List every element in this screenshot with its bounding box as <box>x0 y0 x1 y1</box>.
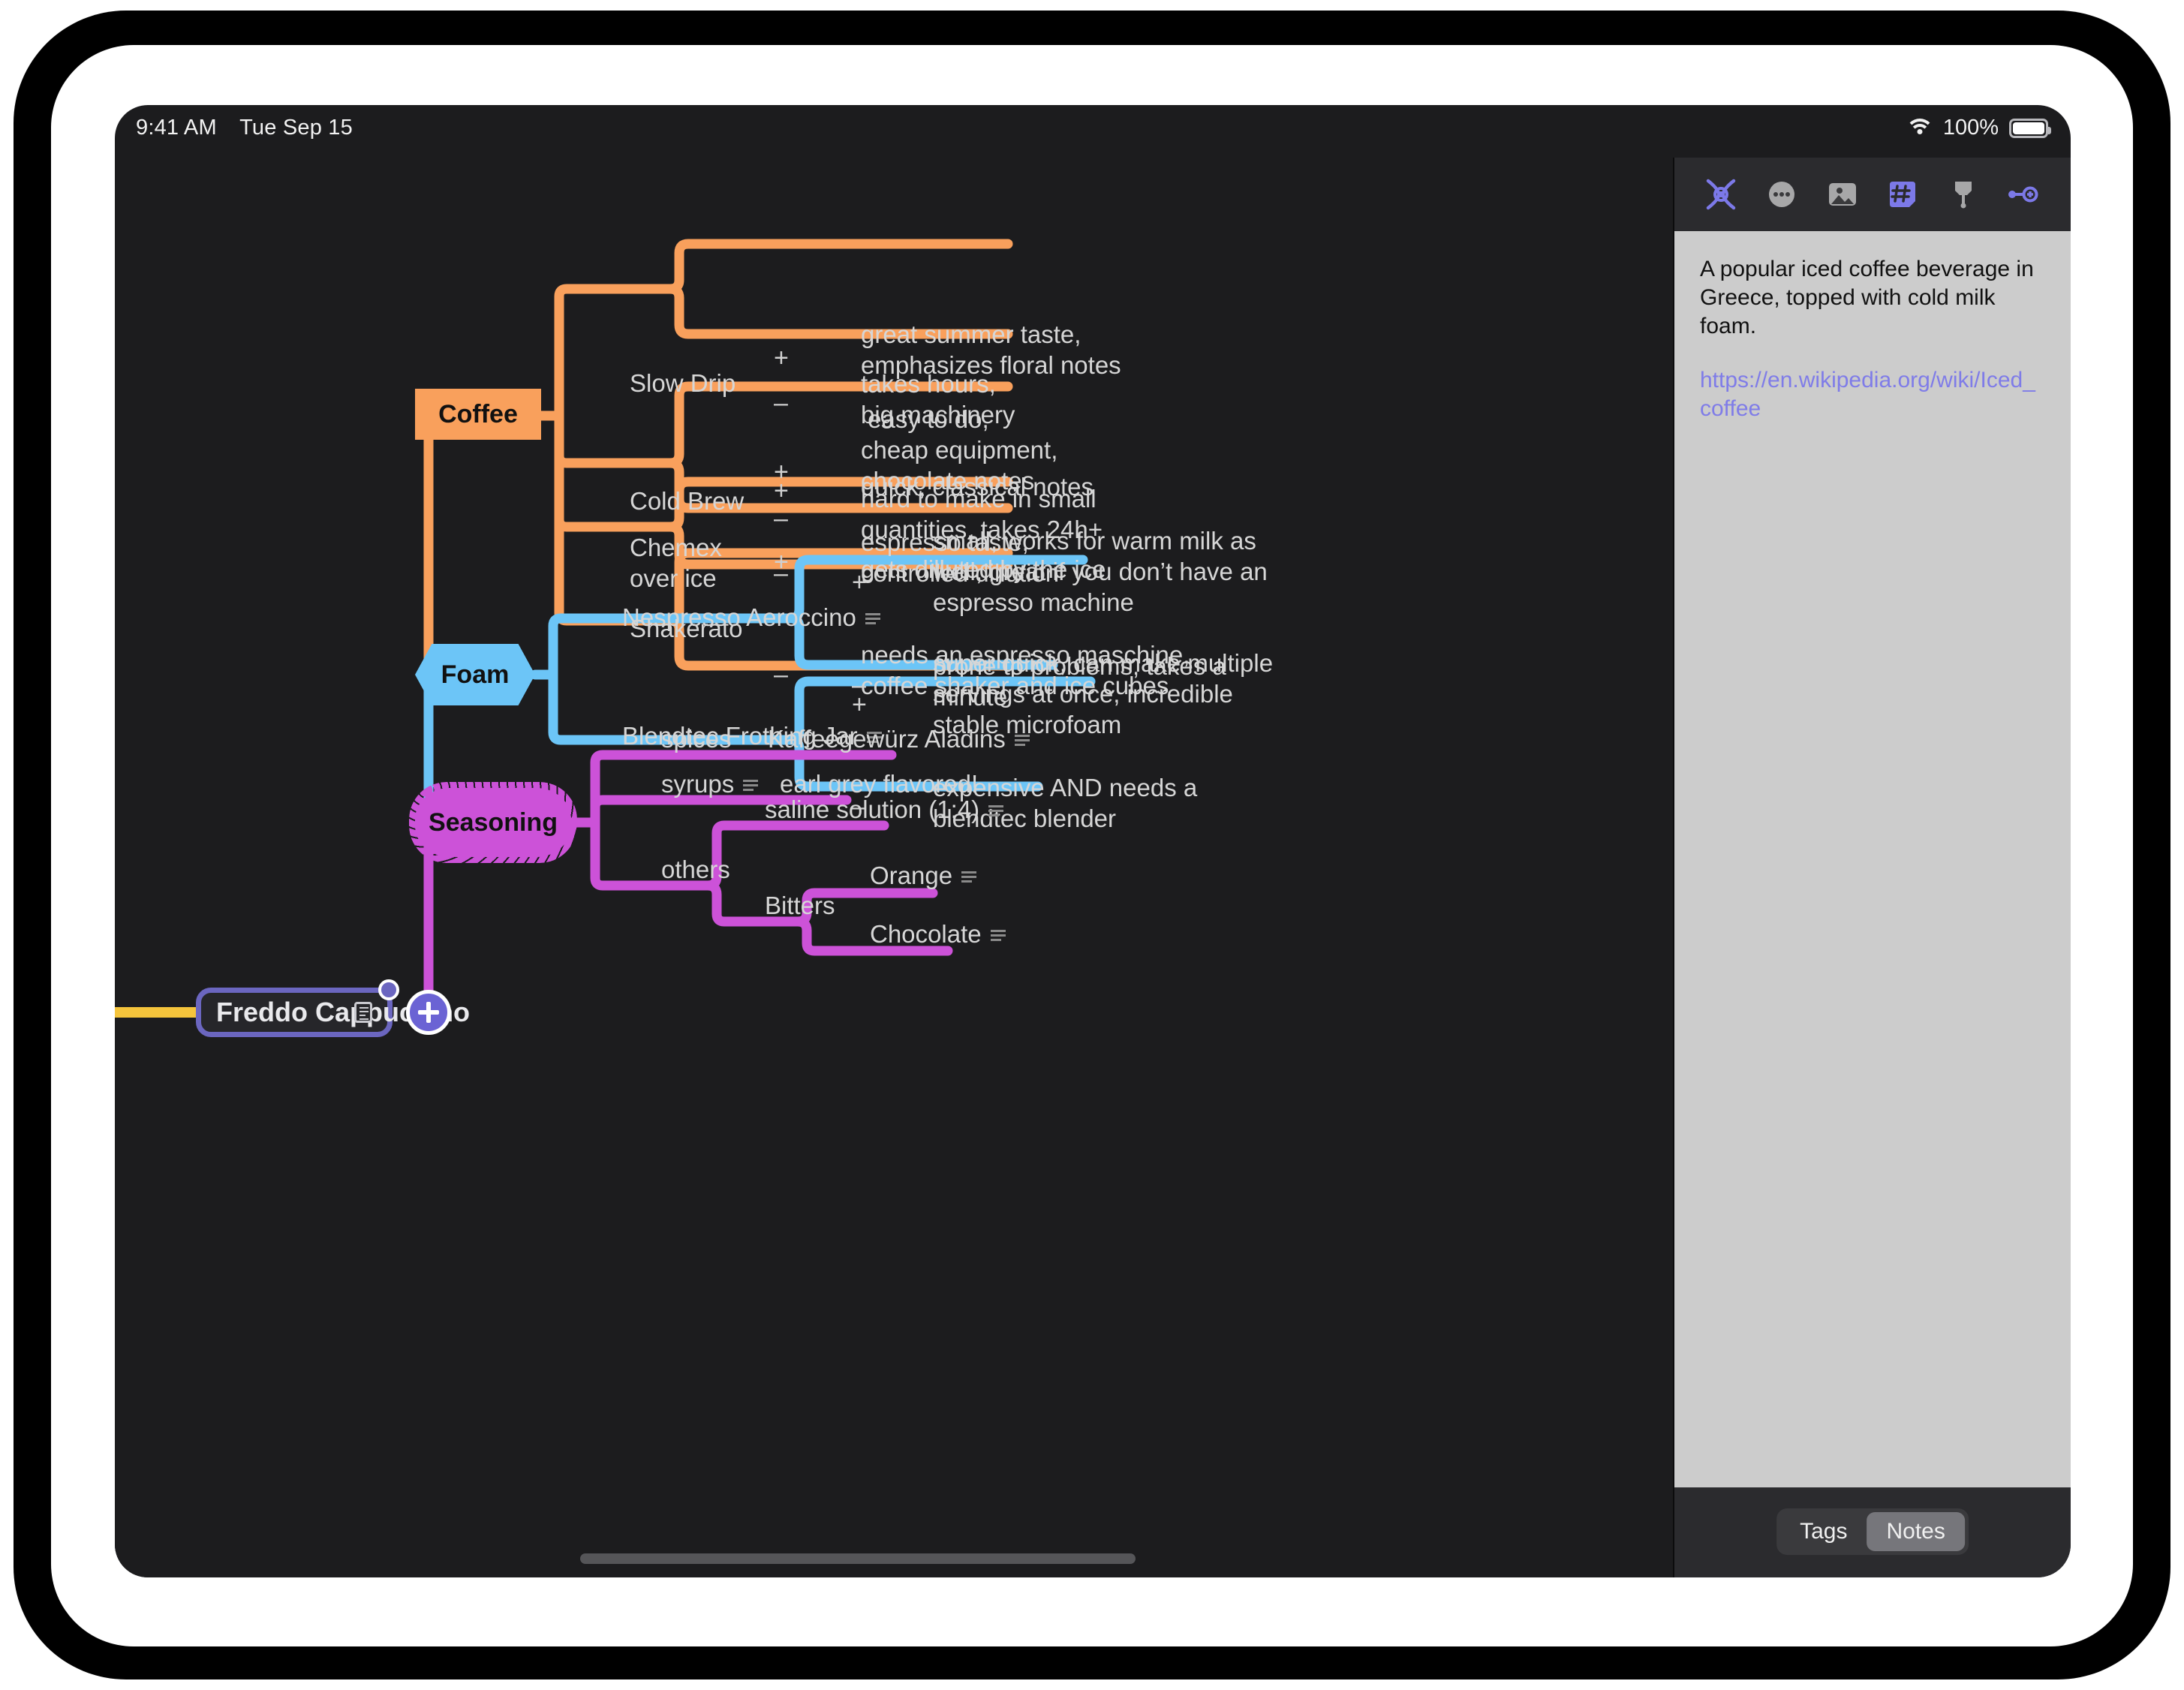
status-bar: 9:41 AM Tue Sep 15 100% <box>115 105 2071 158</box>
mindmap-canvas[interactable]: Coffee Foam Seasoning Freddo Cappuccino … <box>115 158 1650 1577</box>
node-orange-label: Orange <box>870 862 952 889</box>
node-cold-brew[interactable]: Cold Brew <box>630 486 744 516</box>
node-drag-handle[interactable] <box>378 979 399 1000</box>
ellipsis-circle-icon <box>1764 177 1799 212</box>
note-icon <box>865 612 880 628</box>
node-syrups[interactable]: syrups <box>661 768 758 799</box>
node-aeroccino-label: Nespresso Aeroccino <box>622 603 856 631</box>
note-icon <box>354 1002 372 1023</box>
node-coffee-label: Coffee <box>438 400 518 429</box>
horizontal-scrollbar[interactable] <box>580 1553 1136 1564</box>
status-date: Tue Sep 15 <box>239 116 353 140</box>
status-time: 9:41 AM <box>136 116 217 140</box>
pro-sign: + <box>774 548 789 577</box>
pro-sign: + <box>852 690 867 720</box>
pro-sign: + <box>852 568 867 597</box>
hashtag-note-icon <box>1885 177 1920 212</box>
node-bitters[interactable]: Bitters <box>765 890 835 921</box>
note-icon <box>961 870 976 886</box>
note-text: A popular iced coffee beverage in Greece… <box>1700 255 2045 341</box>
style-tool-button[interactable] <box>1943 174 1984 215</box>
pro-sign: + <box>774 344 789 373</box>
node-coffee[interactable]: Coffee <box>415 389 541 440</box>
inspector-panel: A popular iced coffee beverage in Greece… <box>1673 158 2071 1577</box>
note-icon <box>991 928 1006 945</box>
node-others[interactable]: others <box>661 854 730 885</box>
image-icon <box>1825 177 1860 212</box>
tab-tags[interactable]: Tags <box>1780 1512 1867 1551</box>
inspector-toolbar <box>1674 158 2071 231</box>
node-foam-label: Foam <box>441 660 510 690</box>
battery-icon <box>2009 119 2048 138</box>
relationship-tool-button[interactable] <box>1701 174 1741 215</box>
note-icon <box>1015 733 1030 750</box>
tag-note-tool-button[interactable] <box>1882 174 1923 215</box>
node-slow-drip[interactable]: Slow Drip <box>630 368 736 398</box>
link-node-icon <box>2005 177 2044 212</box>
note-icon <box>743 778 758 795</box>
root-node-box[interactable]: Freddo Cappuccino <box>196 988 393 1037</box>
add-node-button[interactable] <box>406 990 451 1035</box>
node-foam[interactable]: Foam <box>415 644 535 705</box>
node-syrups-label: syrups <box>661 770 734 798</box>
image-tool-button[interactable] <box>1822 174 1863 215</box>
link-tool-button[interactable] <box>2004 174 2044 215</box>
con-sign: – <box>774 389 788 418</box>
node-saline-label: saline solution (1:4) <box>765 795 979 823</box>
con-sign: – <box>774 660 788 690</box>
node-chocolate-label: Chocolate <box>870 920 982 948</box>
node-seasoning[interactable]: Seasoning <box>415 788 571 857</box>
node-root[interactable]: Freddo Cappuccino <box>196 988 393 1037</box>
node-saline[interactable]: saline solution (1:4) <box>765 794 1003 825</box>
notes-content[interactable]: A popular iced coffee beverage in Greece… <box>1674 231 2071 1487</box>
con-sign: – <box>774 504 788 534</box>
chemex-pros[interactable]: quick, classical notes <box>861 471 1094 502</box>
tags-notes-segmented-control[interactable]: Tags Notes <box>1776 1508 1969 1555</box>
node-chocolate[interactable]: Chocolate <box>870 919 1006 949</box>
more-tool-button[interactable] <box>1761 174 1802 215</box>
paintbrush-icon <box>1946 177 1981 212</box>
wifi-icon <box>1907 119 1933 138</box>
node-seasoning-label: Seasoning <box>429 808 558 837</box>
node-chemex[interactable]: Chemex over ice <box>630 532 722 594</box>
aeroccino-pros[interactable]: small, works for warm milk as well, grea… <box>933 525 1268 618</box>
node-orange[interactable]: Orange <box>870 860 976 891</box>
node-kaffeegewurz[interactable]: Kaffeegewürz Aladins <box>768 723 1030 754</box>
node-aeroccino[interactable]: Nespresso Aeroccino <box>622 602 880 633</box>
status-bar-left: 9:41 AM Tue Sep 15 <box>136 116 353 140</box>
node-kaffeegewurz-label: Kaffeegewürz Aladins <box>768 725 1006 753</box>
tab-notes[interactable]: Notes <box>1867 1512 1965 1551</box>
node-spices[interactable]: spices <box>661 723 732 754</box>
node-connect-icon <box>1704 177 1738 212</box>
device-bezel: 9:41 AM Tue Sep 15 100% <box>14 11 2170 1679</box>
app-screen: 9:41 AM Tue Sep 15 100% <box>115 105 2071 1577</box>
pro-sign: + <box>774 477 789 506</box>
note-icon <box>988 804 1003 820</box>
status-bar-right: 100% <box>1907 116 2048 140</box>
note-link[interactable]: https://en.wikipedia.org/wiki/Iced_coffe… <box>1700 366 2045 423</box>
battery-percent: 100% <box>1943 116 1999 140</box>
